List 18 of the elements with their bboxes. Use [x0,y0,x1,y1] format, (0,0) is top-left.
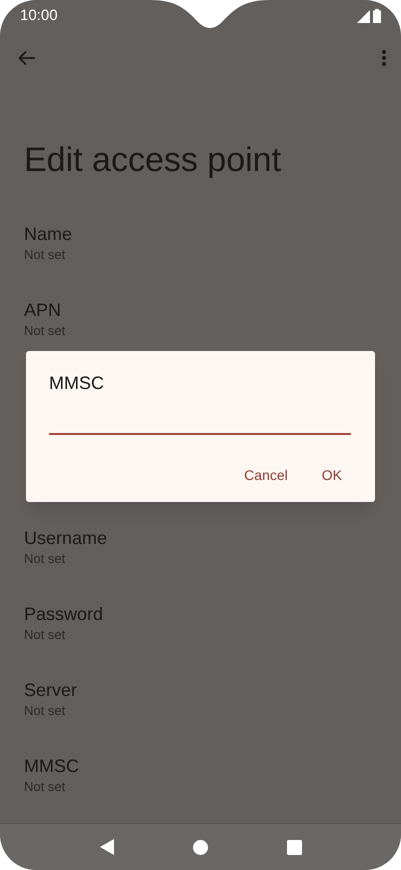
cancel-button[interactable]: Cancel [233,459,299,492]
home-circle-icon[interactable] [192,840,208,854]
ok-button[interactable]: OK [310,459,353,492]
setting-label[interactable]: APN [24,298,62,322]
status-time: 10:00 [20,6,58,26]
setting-label[interactable]: MMSC [24,754,79,778]
dialog-title: MMSC [49,372,104,394]
setting-label[interactable]: Server [24,678,78,702]
page-title: Edit access point [23,140,282,180]
battery-icon [373,9,381,23]
more-options-icon[interactable] [381,49,387,67]
recents-square-icon[interactable] [286,840,302,854]
signal-icon [357,10,370,22]
back-triangle-icon[interactable] [100,839,114,855]
setting-label[interactable]: Password [24,602,104,626]
back-arrow-icon[interactable] [18,50,36,66]
setting-label[interactable]: Username [24,526,108,550]
setting-label[interactable]: Name [24,222,72,246]
